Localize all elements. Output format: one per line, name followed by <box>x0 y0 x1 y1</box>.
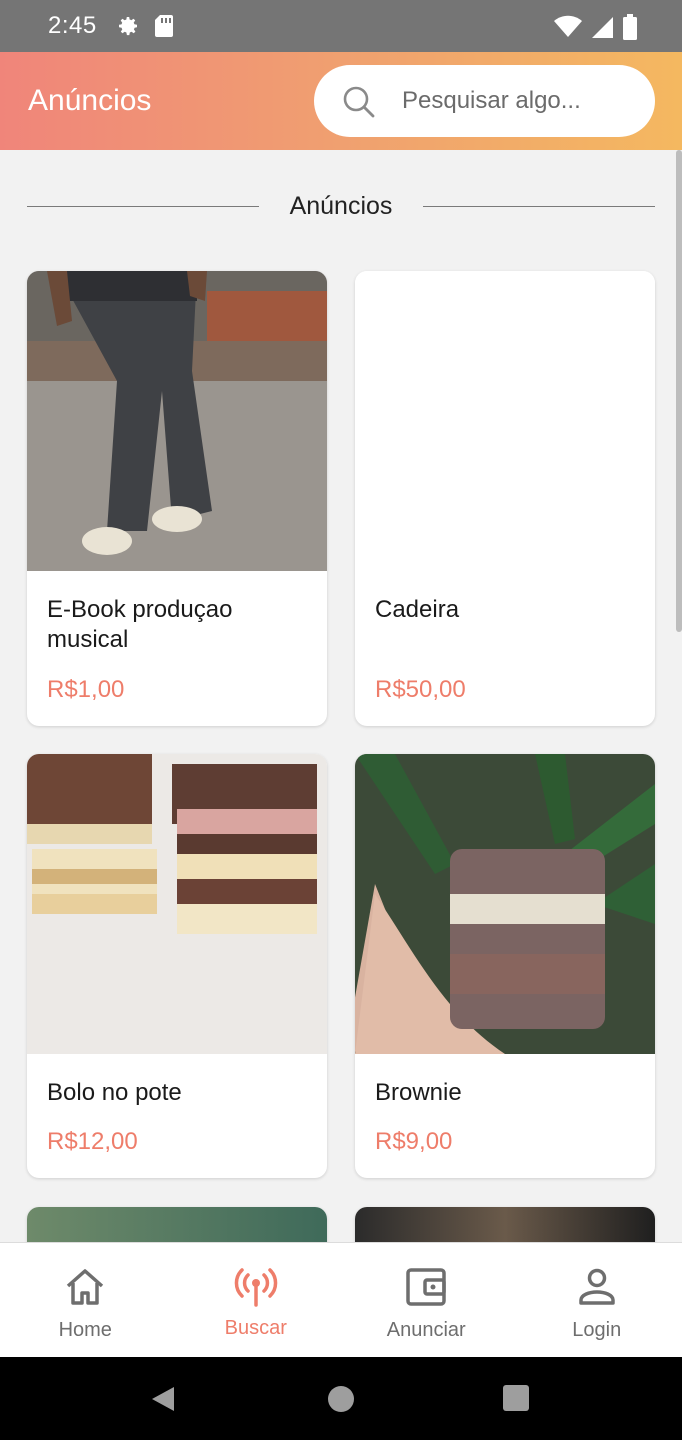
system-nav-bar <box>0 1357 682 1440</box>
ad-price: R$1,00 <box>47 676 125 703</box>
ad-price: R$12,00 <box>47 1128 138 1155</box>
ad-card[interactable] <box>355 1207 655 1242</box>
ad-card[interactable]: Brownie R$9,00 <box>355 754 655 1178</box>
app-bar: Anúncios <box>0 52 682 150</box>
sd-card-icon <box>154 14 174 43</box>
ad-card[interactable]: Cadeira R$50,00 <box>355 271 655 726</box>
ad-title: Bolo no pote <box>47 1079 182 1106</box>
ad-image <box>355 1207 655 1242</box>
broadcast-icon <box>234 1265 278 1309</box>
scrollbar[interactable] <box>676 150 682 632</box>
section-header: Anúncios <box>27 192 655 224</box>
recents-icon[interactable] <box>503 1385 529 1416</box>
nav-login[interactable]: Login <box>512 1243 682 1358</box>
ad-image <box>27 1207 327 1242</box>
nav-buscar[interactable]: Buscar <box>171 1243 342 1358</box>
ad-price: R$9,00 <box>375 1128 453 1155</box>
ad-title: Cadeira <box>375 596 460 623</box>
bottom-nav: Home Buscar Anunciar Login <box>0 1242 682 1357</box>
nav-label: Home <box>58 1319 112 1341</box>
nav-label: Buscar <box>224 1317 287 1339</box>
gear-icon <box>116 14 140 43</box>
home-icon <box>64 1265 106 1309</box>
search-input[interactable] <box>402 85 632 117</box>
back-icon[interactable] <box>150 1385 178 1418</box>
status-bar: 2:45 <box>0 0 682 52</box>
nav-home[interactable]: Home <box>0 1243 171 1358</box>
home-circle-icon[interactable] <box>327 1385 355 1418</box>
ad-image <box>27 271 327 571</box>
ad-card[interactable]: Bolo no pote R$12,00 <box>27 754 327 1178</box>
ad-image <box>355 754 655 1054</box>
page-title: Anúncios <box>28 84 152 117</box>
search-box[interactable] <box>314 65 655 137</box>
ad-price: R$50,00 <box>375 676 466 703</box>
nav-anunciar[interactable]: Anunciar <box>341 1243 512 1358</box>
ads-list[interactable]: Anúncios E-Book produçao musical R$1,00 <box>0 150 682 1242</box>
battery-icon <box>622 14 638 45</box>
ad-card[interactable]: E-Book produçao musical R$1,00 <box>27 271 327 726</box>
cell-signal-icon <box>590 15 614 44</box>
person-icon <box>577 1265 617 1309</box>
ad-image <box>27 754 327 1054</box>
ad-title: E-Book produçao musical <box>47 596 233 653</box>
ad-image <box>355 271 655 571</box>
wallet-icon <box>405 1265 447 1309</box>
ad-card[interactable] <box>27 1207 327 1242</box>
nav-label: Anunciar <box>386 1319 466 1341</box>
wifi-icon <box>554 15 582 44</box>
ad-title: Brownie <box>375 1079 462 1106</box>
divider <box>423 206 655 207</box>
status-time: 2:45 <box>48 12 97 39</box>
search-icon[interactable] <box>342 85 376 124</box>
nav-label: Login <box>572 1319 622 1341</box>
